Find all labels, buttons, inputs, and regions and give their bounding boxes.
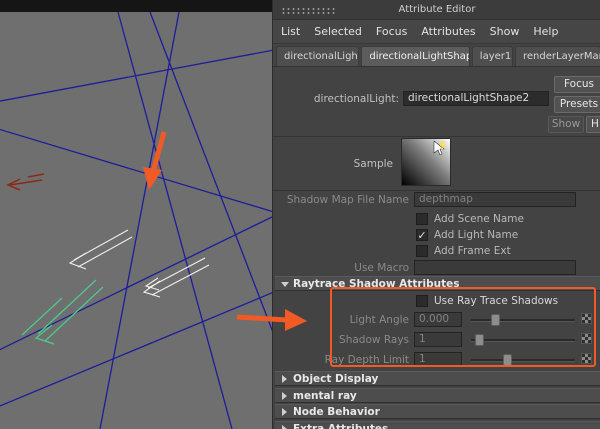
node-type-label: directionalLight:	[313, 93, 399, 105]
hide-button[interactable]: H	[586, 116, 600, 133]
ray-depth-limit-map-icon[interactable]	[581, 353, 592, 364]
use-macro-label: Use Macro	[354, 262, 409, 274]
use-ray-trace-shadows-label: Use Ray Trace Shadows	[434, 295, 559, 307]
shadow-map-file-name-field[interactable]: depthmap	[414, 192, 576, 207]
3d-viewport[interactable]	[0, 0, 272, 429]
attribute-editor-panel: Attribute Editor List Selected Focus Att…	[272, 0, 600, 429]
tab-layer1[interactable]: layer1	[471, 46, 513, 66]
screenshot-root: Attribute Editor List Selected Focus Att…	[0, 0, 600, 429]
panel-titlebar[interactable]: Attribute Editor	[273, 0, 600, 20]
section-mental-ray[interactable]: mental ray	[275, 388, 600, 403]
shadow-rays-slider[interactable]	[471, 334, 575, 346]
shadow-rays-map-icon[interactable]	[581, 333, 592, 344]
menu-list[interactable]: List	[281, 25, 300, 38]
menu-selected[interactable]: Selected	[314, 25, 362, 38]
checkmark: ✓	[417, 229, 427, 242]
tab-bar: directionalLight2 directionalLightShape2…	[273, 46, 600, 67]
paint-cursor-icon	[433, 140, 446, 156]
ray-depth-limit-slider[interactable]	[471, 354, 575, 366]
shadow-rays-label: Shadow Rays	[339, 334, 409, 346]
section-node-behavior[interactable]: Node Behavior	[275, 404, 600, 419]
section-raytrace-shadow-attributes[interactable]: Raytrace Shadow Attributes	[275, 276, 600, 291]
section-label: Node Behavior	[293, 406, 380, 418]
sample-label: Sample	[353, 158, 393, 170]
light-sample-swatch[interactable]	[401, 138, 451, 186]
divider	[273, 136, 600, 137]
section-label: Object Display	[293, 373, 379, 385]
use-ray-trace-shadows-checkbox[interactable]	[416, 295, 428, 307]
menu-focus[interactable]: Focus	[376, 25, 407, 38]
collapsed-triangle-icon	[282, 392, 287, 400]
light-angle-field[interactable]: 0.000	[414, 312, 462, 327]
collapsed-triangle-icon	[282, 425, 287, 429]
menu-show[interactable]: Show	[490, 25, 520, 38]
tab-renderLayerManager[interactable]: renderLayerMana	[515, 46, 600, 66]
section-extra-attributes[interactable]: Extra Attributes	[275, 421, 600, 429]
section-label: Raytrace Shadow Attributes	[293, 278, 460, 290]
tab-directionalLightShape2[interactable]: directionalLightShape2	[361, 46, 470, 66]
use-macro-field[interactable]	[414, 260, 576, 275]
shadow-map-file-name-label: Shadow Map File Name	[286, 194, 409, 206]
menu-attributes[interactable]: Attributes	[421, 25, 475, 38]
light-angle-slider-handle[interactable]	[491, 314, 500, 326]
node-name-field[interactable]: directionalLightShape2	[403, 91, 549, 106]
add-light-name-checkbox[interactable]: ✓	[416, 229, 428, 241]
ray-depth-limit-label: Ray Depth Limit	[324, 354, 409, 366]
ray-depth-limit-field[interactable]: 1	[414, 352, 462, 367]
collapsed-triangle-icon	[282, 408, 287, 416]
viewport-wireframe	[0, 11, 272, 429]
focus-button[interactable]: Focus	[554, 76, 600, 93]
panel-title: Attribute Editor	[398, 4, 476, 15]
add-light-name-label: Add Light Name	[434, 229, 519, 241]
add-scene-name-checkbox[interactable]	[416, 213, 428, 225]
light-angle-label: Light Angle	[349, 314, 409, 326]
divider	[273, 190, 600, 191]
section-label: Extra Attributes	[293, 423, 389, 429]
collapsed-triangle-icon	[282, 375, 287, 383]
tab-directionalLight2[interactable]: directionalLight2	[276, 46, 360, 66]
light-angle-map-icon[interactable]	[581, 313, 592, 324]
section-object-display[interactable]: Object Display	[275, 371, 600, 386]
light-angle-slider[interactable]	[471, 314, 575, 326]
add-scene-name-label: Add Scene Name	[434, 213, 524, 225]
ray-depth-limit-slider-handle[interactable]	[503, 354, 512, 366]
section-label: mental ray	[293, 390, 357, 402]
add-frame-ext-label: Add Frame Ext	[434, 245, 511, 257]
menu-help[interactable]: Help	[533, 25, 558, 38]
menu-bar: List Selected Focus Attributes Show Help	[273, 20, 600, 44]
expanded-triangle-icon	[281, 282, 289, 287]
shadow-rays-slider-handle[interactable]	[475, 334, 484, 346]
shadow-rays-field[interactable]: 1	[414, 332, 462, 347]
show-button[interactable]: Show	[548, 116, 584, 133]
add-frame-ext-checkbox[interactable]	[416, 245, 428, 257]
presets-button[interactable]: Presets	[554, 96, 600, 113]
